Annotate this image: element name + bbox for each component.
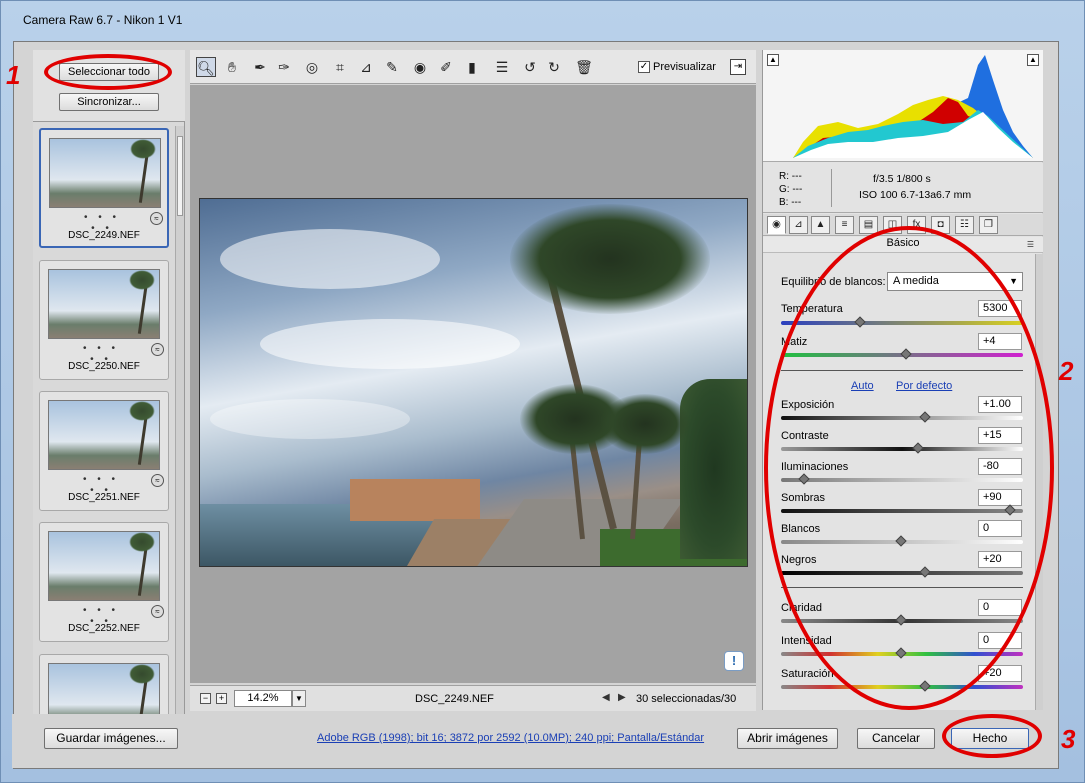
preview-warning-icon[interactable]: ! xyxy=(724,651,744,671)
spot-removal-tool-icon[interactable]: ✎ xyxy=(382,57,402,77)
histogram: ▲ ▲ xyxy=(763,50,1043,162)
thumbnail-list: • • • • • ≈ DSC_2249.NEF • • • • • ≈ DSC… xyxy=(37,126,171,714)
crop-tool-icon[interactable]: ⌗ xyxy=(330,57,350,77)
edited-badge-icon: ≈ xyxy=(151,343,164,356)
tab-hsl-icon[interactable]: ≡ xyxy=(835,216,854,234)
histogram-graph xyxy=(793,55,1033,158)
annotation-number-3: 3 xyxy=(1061,724,1076,754)
title-bar: Camera Raw 6.7 - Nikon 1 V1 xyxy=(1,1,1084,31)
previous-image-icon[interactable]: ◀ xyxy=(602,692,610,703)
annotation-oval-basic-panel xyxy=(764,226,1054,710)
camera-info-readout: R: --- G: --- B: --- f/3.5 1/800 s ISO 1… xyxy=(763,163,1043,213)
thumbnail-filename: DSC_2249.NEF xyxy=(68,230,140,241)
zoom-tool-icon[interactable]: 🔍︎ xyxy=(196,57,216,77)
tool-bar: 🔍︎ ✋︎ ✒ ✑ ◎ ⌗ ⊿ ✎ ◉ ✐ ▮ ☰ ↺ ↻ 🗑︎ ✓ Previ… xyxy=(190,50,756,84)
filmstrip-panel: Seleccionar todo Sincronizar... • • • • … xyxy=(33,50,185,714)
preview-image xyxy=(199,198,748,567)
edited-badge-icon: ≈ xyxy=(151,474,164,487)
adjustment-brush-tool-icon[interactable]: ✐ xyxy=(436,57,456,77)
selection-count: 30 seleccionadas/30 xyxy=(636,693,737,705)
blue-value: B: --- xyxy=(779,197,802,208)
thumbnail-image xyxy=(48,269,160,339)
cancel-button[interactable]: Cancelar xyxy=(857,728,935,749)
thumbnail-image xyxy=(48,663,160,714)
white-balance-tool-icon[interactable]: ✒ xyxy=(250,57,270,77)
tab-basic-icon[interactable]: ◉ xyxy=(767,216,786,234)
rgb-readout: R: --- G: --- B: --- xyxy=(779,170,802,209)
zoom-level-field[interactable]: 14.2% xyxy=(234,690,292,707)
thumbnail-item[interactable]: • • • • • ≈ DSC_2252.NEF xyxy=(39,522,169,642)
red-value: R: --- xyxy=(779,171,802,182)
straighten-tool-icon[interactable]: ⊿ xyxy=(356,57,376,77)
red-eye-tool-icon[interactable]: ◉ xyxy=(410,57,430,77)
annotation-number-1: 1 xyxy=(6,60,21,90)
rotate-right-icon[interactable]: ↻ xyxy=(544,57,564,77)
saturation-label: Saturación xyxy=(781,668,834,680)
annotation-number-2: 2 xyxy=(1059,356,1074,386)
open-images-button[interactable]: Abrir imágenes xyxy=(737,728,838,749)
panel-menu-icon[interactable]: ☰ xyxy=(1027,240,1034,249)
tab-presets-icon[interactable]: ☷ xyxy=(955,216,974,234)
save-images-button[interactable]: Guardar imágenes... xyxy=(44,728,178,749)
tab-detail-icon[interactable]: ▲ xyxy=(811,216,830,234)
color-sampler-tool-icon[interactable]: ✑ xyxy=(274,57,294,77)
chevron-down-icon: ▼ xyxy=(1009,276,1018,286)
zoom-out-button[interactable]: − xyxy=(200,693,211,704)
aperture-shutter: f/3.5 1/800 s xyxy=(873,173,931,185)
thumbnail-image xyxy=(48,531,160,601)
thumbnail-filename: DSC_2251.NEF xyxy=(68,492,140,503)
thumbnail-image xyxy=(48,400,160,470)
edited-badge-icon: ≈ xyxy=(151,605,164,618)
preview-checkbox[interactable]: ✓ xyxy=(638,61,650,73)
preferences-list-icon[interactable]: ☰ xyxy=(492,57,512,77)
workflow-options-link[interactable]: Adobe RGB (1998); bit 16; 3872 por 2592 … xyxy=(317,732,704,744)
annotation-oval-done xyxy=(942,714,1042,758)
preview-label: Previsualizar xyxy=(653,61,716,73)
rotate-left-icon[interactable]: ↺ xyxy=(520,57,540,77)
thumbnail-image xyxy=(49,138,161,208)
zoom-dropdown-icon[interactable]: ▼ xyxy=(292,690,306,707)
hand-tool-icon[interactable]: ✋︎ xyxy=(222,57,242,77)
tab-snapshots-icon[interactable]: ❐ xyxy=(979,216,998,234)
edited-badge-icon: ≈ xyxy=(150,212,163,225)
trash-icon[interactable]: 🗑︎ xyxy=(574,57,594,77)
iso-lens: ISO 100 6.7-13a6.7 mm xyxy=(859,189,972,201)
thumbnail-filename: DSC_2252.NEF xyxy=(68,623,140,634)
thumbnail-item[interactable]: • • • • • ≈ DSC_2250.NEF xyxy=(39,260,169,380)
fullscreen-toggle-icon[interactable]: ⇥ xyxy=(730,59,746,75)
synchronize-button[interactable]: Sincronizar... xyxy=(59,93,159,111)
zoom-in-button[interactable]: + xyxy=(216,693,227,704)
thumbnail-item[interactable]: • • • • • ≈ DSC_2251.NEF xyxy=(39,391,169,511)
next-image-icon[interactable]: ▶ xyxy=(618,692,626,703)
green-value: G: --- xyxy=(779,184,803,195)
current-filename: DSC_2249.NEF xyxy=(415,693,494,705)
window-title: Camera Raw 6.7 - Nikon 1 V1 xyxy=(23,13,183,27)
graduated-filter-tool-icon[interactable]: ▮ xyxy=(462,57,482,77)
annotation-oval-select-all xyxy=(44,54,172,90)
scrollbar-thumb[interactable] xyxy=(177,136,183,216)
thumbnail-item[interactable]: • • • • • ≈ DSC_2249.NEF xyxy=(39,128,169,248)
thumbnail-item[interactable] xyxy=(39,654,169,714)
status-bar: − + 14.2% ▼ DSC_2249.NEF ◀ ▶ 30 seleccio… xyxy=(190,685,756,711)
thumbnail-filename: DSC_2250.NEF xyxy=(68,361,140,372)
tab-tone-curve-icon[interactable]: ⊿ xyxy=(789,216,808,234)
preview-canvas[interactable]: ! xyxy=(190,85,756,683)
target-adjustment-tool-icon[interactable]: ◎ xyxy=(302,57,322,77)
filmstrip-scrollbar[interactable] xyxy=(175,126,184,714)
